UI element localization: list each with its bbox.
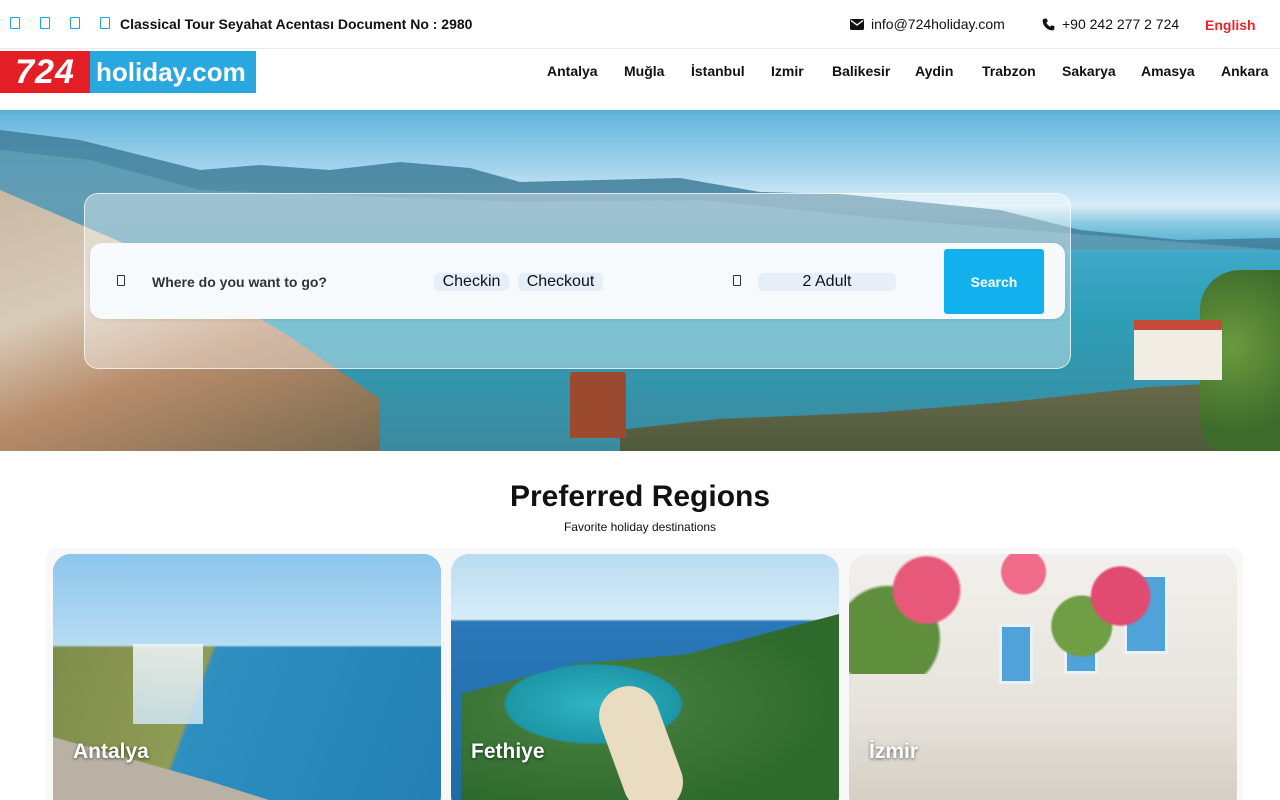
- hero-castle-hill: [620, 380, 1280, 451]
- agency-info: Classical Tour Seyahat Acentası Document…: [120, 16, 473, 32]
- region-card-izmir[interactable]: İzmir: [849, 554, 1237, 800]
- nav-item-istanbul[interactable]: İstanbul: [691, 63, 745, 79]
- guests-icon: [733, 275, 741, 286]
- main-nav: Antalya Muğla İstanbul Izmir Balikesir A…: [0, 63, 1280, 83]
- region-card-label: Antalya: [73, 740, 149, 763]
- twitter-icon[interactable]: [40, 17, 50, 29]
- location-icon: [117, 275, 125, 286]
- top-bar: Classical Tour Seyahat Acentası Document…: [0, 0, 1280, 49]
- izmir-flowers: [849, 554, 1237, 674]
- checkout-field[interactable]: Checkout: [518, 273, 603, 291]
- antalya-waterfall: [133, 644, 203, 724]
- section-subtitle: Favorite holiday destinations: [563, 520, 717, 534]
- language-switch[interactable]: English: [1205, 17, 1256, 33]
- destination-input[interactable]: Where do you want to go?: [152, 274, 327, 290]
- nav-item-mugla[interactable]: Muğla: [624, 63, 664, 79]
- checkin-field[interactable]: Checkin: [434, 273, 509, 291]
- search-bar: Where do you want to go? Checkin Checkou…: [90, 243, 1065, 319]
- email-link[interactable]: info@724holiday.com: [850, 16, 1005, 32]
- phone-link[interactable]: +90 242 277 2 724: [1042, 16, 1179, 32]
- nav-item-sakarya[interactable]: Sakarya: [1062, 63, 1116, 79]
- search-button[interactable]: Search: [944, 249, 1044, 314]
- hero-house: [1134, 320, 1222, 380]
- envelope-icon: [850, 18, 864, 30]
- nav-item-ankara[interactable]: Ankara: [1221, 63, 1268, 79]
- main-header: 724 holiday.com Antalya Muğla İstanbul I…: [0, 49, 1280, 110]
- nav-item-amasya[interactable]: Amasya: [1141, 63, 1195, 79]
- region-card-label: İzmir: [869, 740, 919, 763]
- region-card-fethiye[interactable]: Fethiye: [451, 554, 839, 800]
- hero-red-tower: [570, 372, 626, 438]
- phone-icon: [1042, 18, 1055, 30]
- youtube-icon[interactable]: [100, 17, 110, 29]
- region-card-label: Fethiye: [471, 740, 545, 763]
- section-title: Preferred Regions: [509, 480, 771, 513]
- nav-item-izmir[interactable]: Izmir: [771, 63, 804, 79]
- facebook-icon[interactable]: [10, 17, 20, 29]
- nav-item-balikesir[interactable]: Balikesir: [832, 63, 890, 79]
- nav-item-antalya[interactable]: Antalya: [547, 63, 598, 79]
- instagram-icon[interactable]: [70, 17, 80, 29]
- social-links: [10, 17, 110, 29]
- guests-field[interactable]: 2 Adult: [758, 273, 896, 291]
- region-card-antalya[interactable]: Antalya: [53, 554, 441, 800]
- phone-text: +90 242 277 2 724: [1062, 16, 1180, 32]
- email-text: info@724holiday.com: [871, 16, 1005, 32]
- nav-item-trabzon[interactable]: Trabzon: [982, 63, 1036, 79]
- nav-item-aydin[interactable]: Aydin: [915, 63, 953, 79]
